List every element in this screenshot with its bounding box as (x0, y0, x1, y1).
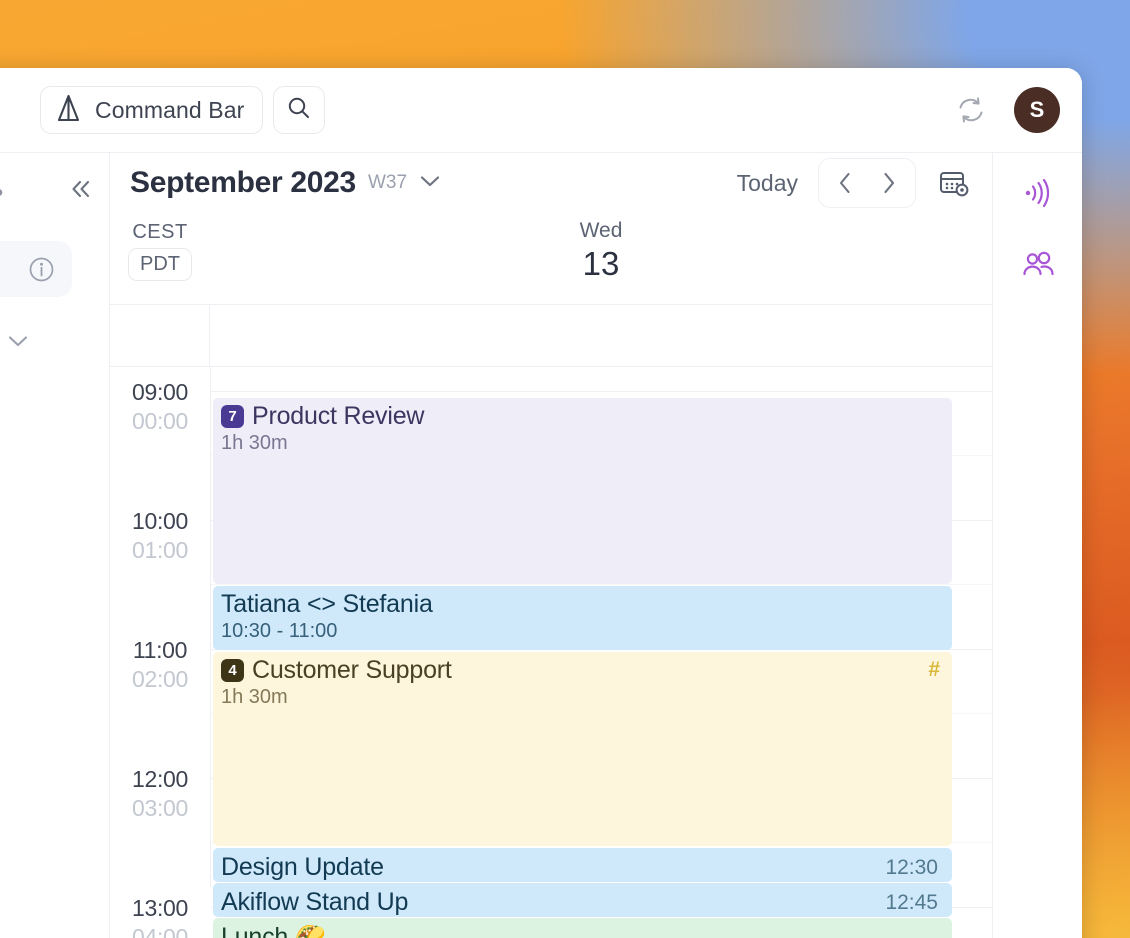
event-badge: 7 (221, 405, 244, 428)
tick-secondary: 04:00 (131, 924, 189, 938)
day-column-header[interactable]: Wed 13 (210, 213, 992, 304)
event-block[interactable]: 4 Customer Support 1h 30m # (213, 652, 952, 846)
event-block[interactable]: Design Update 12:30 (213, 848, 952, 882)
calendar-toolbar: September 2023 W37 Today (110, 153, 992, 213)
event-block[interactable]: Akiflow Stand Up 12:45 (213, 883, 952, 917)
app-body: ••• 30m (0, 152, 1082, 938)
timezone-column: CEST PDT (110, 213, 210, 304)
right-rail (992, 153, 1082, 938)
all-day-gutter (110, 305, 210, 366)
event-subtitle: 1h 30m (221, 686, 288, 708)
event-title: Lunch 🌮 (221, 923, 326, 938)
date-nav-group (818, 158, 916, 208)
tick-primary: 10:00 (131, 508, 189, 534)
event-title-row: Design Update (221, 853, 940, 882)
event-time-label: 12:45 (885, 891, 938, 914)
event-title: Tatiana <> Stefania (221, 590, 433, 618)
event-block[interactable]: Tatiana <> Stefania 10:30 - 11:00 (213, 586, 952, 650)
command-bar-button[interactable]: Command Bar (40, 86, 264, 134)
broadcast-signal-icon[interactable] (1018, 173, 1058, 213)
app-window: Command Bar S September 2023 W37 Today C… (0, 68, 1082, 938)
event-title-row: Tatiana <> Stefania (221, 590, 940, 619)
chevron-down-icon (5, 329, 31, 355)
time-tick: 09:00 00:00 (110, 379, 210, 435)
next-period-button[interactable] (867, 159, 911, 207)
half-hour-line (211, 584, 992, 585)
top-bar: Command Bar S (0, 68, 1082, 152)
event-title: Akiflow Stand Up (221, 888, 409, 916)
event-block[interactable]: 7 Product Review 1h 30m (213, 398, 952, 584)
collapse-double-chevron-left-icon[interactable] (65, 176, 95, 209)
event-title-row: Akiflow Stand Up (221, 888, 940, 917)
time-tick: 10:00 01:00 (110, 508, 210, 564)
event-subtitle: 1h 30m (221, 432, 288, 454)
chevron-down-icon[interactable] (417, 173, 443, 194)
sync-refresh-icon[interactable] (954, 93, 988, 127)
hour-line (211, 391, 992, 392)
search-button[interactable] (273, 86, 326, 134)
tick-secondary: 03:00 (131, 795, 189, 821)
time-gutter: 09:00 00:00 10:00 01:00 11:00 02:00 12:0… (110, 367, 210, 938)
day-weekday-label: Wed (579, 219, 623, 242)
time-grid: 09:00 00:00 10:00 01:00 11:00 02:00 12:0… (110, 367, 992, 938)
tick-primary: 12:00 (131, 766, 189, 792)
akiflow-logo-icon (55, 93, 83, 128)
event-badge: 4 (221, 659, 244, 682)
sidebar-top-actions: ••• (0, 153, 109, 213)
event-time-label: 12:30 (885, 856, 938, 879)
tick-secondary: 02:00 (131, 666, 189, 692)
left-sidebar: ••• 30m (0, 153, 110, 938)
search-icon (286, 95, 312, 126)
event-title-row: Lunch 🌮 (221, 923, 940, 938)
sidebar-info-pill[interactable] (0, 241, 72, 297)
tick-primary: 09:00 (131, 379, 189, 405)
all-day-row (110, 305, 992, 367)
day-header-row: CEST PDT Wed 13 (110, 213, 992, 305)
day-slot-column[interactable]: 7 Product Review 1h 30m Tatiana <> Stefa… (210, 367, 992, 938)
timezone-primary: CEST (132, 221, 188, 243)
tick-primary: 13:00 (131, 895, 189, 921)
tick-secondary: 00:00 (131, 408, 189, 434)
page-title: September 2023 (130, 166, 356, 199)
people-contacts-icon[interactable] (1018, 245, 1058, 285)
event-title-row: 7 Product Review (221, 402, 940, 431)
event-block[interactable]: Lunch 🌮 (213, 918, 952, 938)
tick-primary: 11:00 (132, 637, 188, 663)
avatar[interactable]: S (1014, 87, 1060, 133)
avatar-initial: S (1029, 97, 1045, 122)
slot-duration-selector[interactable]: 30m (0, 329, 90, 355)
time-tick: 12:00 03:00 (110, 766, 210, 822)
event-title: Design Update (221, 853, 384, 881)
event-title-row: 4 Customer Support (221, 656, 940, 685)
timezone-secondary[interactable]: PDT (128, 248, 192, 281)
time-tick: 11:00 02:00 (110, 637, 210, 693)
event-title: Customer Support (252, 656, 452, 684)
calendar-settings-icon[interactable] (938, 167, 970, 199)
command-bar-label: Command Bar (95, 96, 245, 123)
time-tick: 13:00 04:00 (110, 895, 210, 938)
week-number-label: W37 (367, 172, 408, 193)
more-options-icon[interactable]: ••• (0, 179, 5, 205)
calendar-panel: September 2023 W37 Today CEST PDT Wed 13… (110, 153, 992, 938)
prev-period-button[interactable] (823, 159, 867, 207)
event-subtitle: 10:30 - 11:00 (221, 620, 338, 642)
event-title: Product Review (252, 402, 425, 430)
today-button[interactable]: Today (737, 170, 798, 197)
all-day-cell[interactable] (210, 305, 992, 366)
tick-secondary: 01:00 (131, 537, 189, 563)
info-circle-icon[interactable] (27, 255, 56, 284)
day-date-number: 13 (582, 245, 620, 282)
hash-icon: # (928, 658, 940, 681)
